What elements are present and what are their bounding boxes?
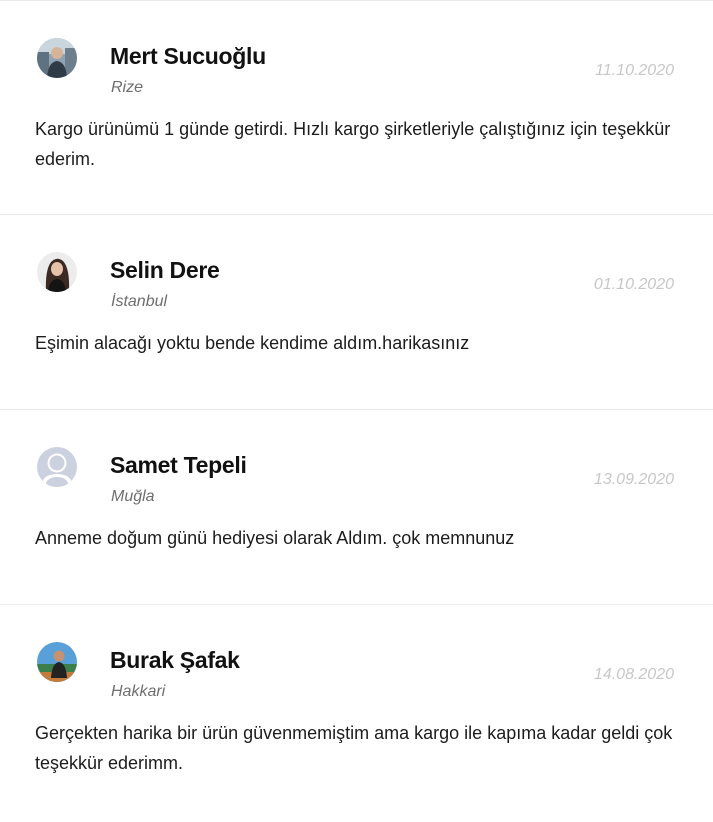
- review-date: 11.10.2020: [595, 62, 674, 79]
- review-date: 01.10.2020: [593, 276, 674, 293]
- review-item: Samet Tepeli Muğla 13.09.2020 Anneme doğ…: [0, 410, 713, 605]
- review-date: 14.08.2020: [593, 666, 674, 683]
- review-text: Eşimin alacağı yoktu bende kendime aldım…: [35, 333, 470, 353]
- reviewer-city: Muğla: [111, 488, 155, 505]
- avatar: [37, 642, 77, 682]
- user-photo-icon: [37, 38, 77, 78]
- review-item: Selin Dere İstanbul 01.10.2020 Eşimin al…: [0, 215, 713, 410]
- review-item: Mert Sucuoğlu Rize 11.10.2020 Kargo ürün…: [0, 1, 713, 215]
- review-text: Gerçekten harika bir ürün güvenmemiştim …: [35, 723, 673, 773]
- review-text: Anneme doğum günü hediyesi olarak Aldım.…: [35, 528, 515, 548]
- default-user-icon: [37, 447, 77, 487]
- review-item: Burak Şafak Hakkari 14.08.2020 Gerçekten…: [0, 605, 713, 822]
- review-date: 13.09.2020: [593, 471, 674, 488]
- avatar: [37, 252, 77, 292]
- user-photo-icon: [37, 252, 77, 292]
- reviewer-name: Burak Şafak: [110, 647, 240, 673]
- reviewer-city: Rize: [111, 79, 144, 96]
- review-text: Kargo ürünümü 1 günde getirdi. Hızlı kar…: [35, 119, 671, 169]
- reviewer-name: Mert Sucuoğlu: [110, 43, 266, 69]
- reviews-list: Mert Sucuoğlu Rize 11.10.2020 Kargo ürün…: [0, 0, 713, 822]
- avatar: [37, 38, 77, 78]
- user-photo-icon: [37, 642, 77, 682]
- avatar: [37, 447, 77, 487]
- reviewer-city: Hakkari: [111, 683, 166, 700]
- reviewer-city: İstanbul: [111, 293, 168, 310]
- reviewer-name: Selin Dere: [110, 257, 220, 283]
- reviewer-name: Samet Tepeli: [110, 452, 247, 478]
